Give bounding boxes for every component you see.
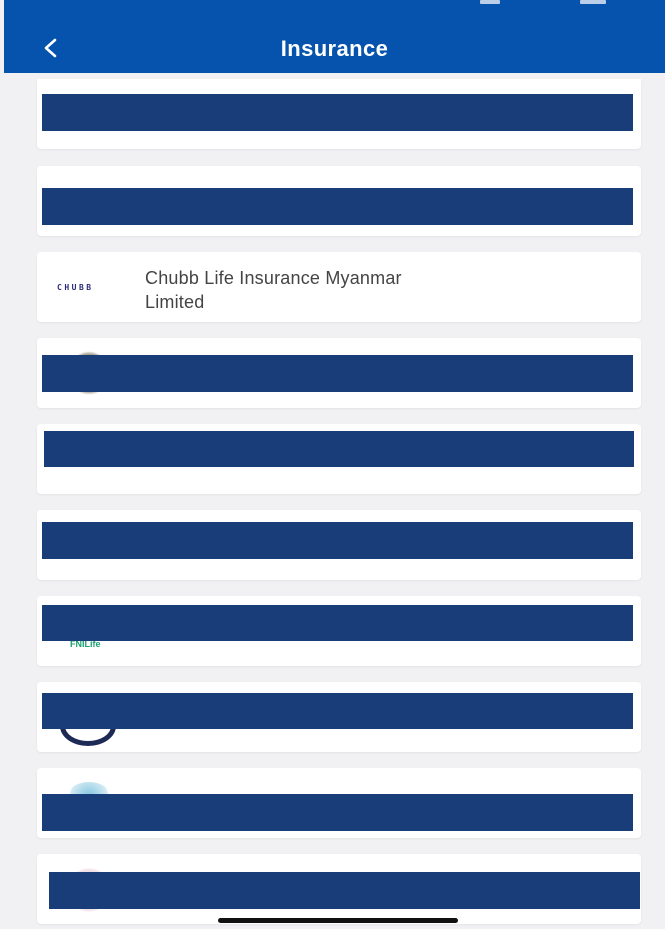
redacted-content <box>42 94 633 131</box>
insurer-card-6[interactable] <box>37 510 641 580</box>
insurer-card-2[interactable] <box>37 166 641 236</box>
redacted-content <box>42 794 633 831</box>
insurer-card-5[interactable] <box>37 424 641 494</box>
redacted-content <box>42 693 633 729</box>
status-bar <box>4 0 665 8</box>
home-indicator <box>218 918 458 923</box>
insurer-card-10[interactable] <box>37 854 641 924</box>
insurer-card-4[interactable] <box>37 338 641 408</box>
redacted-content <box>44 431 634 467</box>
insurer-card-chubb[interactable]: CHUBB Chubb Life Insurance Myanmar Limit… <box>37 252 641 322</box>
insurer-card-1[interactable] <box>37 79 641 149</box>
page-title: Insurance <box>280 36 389 61</box>
chubb-logo: CHUBB <box>57 283 94 292</box>
redacted-content <box>49 872 640 909</box>
insurer-card-fni[interactable]: FNILife <box>37 596 641 666</box>
insurer-name: Chubb Life Insurance Myanmar Limited <box>145 268 402 312</box>
redacted-content <box>42 188 633 225</box>
insurer-card-9[interactable] <box>37 768 641 838</box>
redacted-content <box>42 605 633 641</box>
insurer-card-8[interactable] <box>37 682 641 752</box>
app-header: Insurance <box>4 0 665 73</box>
redacted-content <box>42 522 633 559</box>
redacted-content <box>42 355 633 392</box>
